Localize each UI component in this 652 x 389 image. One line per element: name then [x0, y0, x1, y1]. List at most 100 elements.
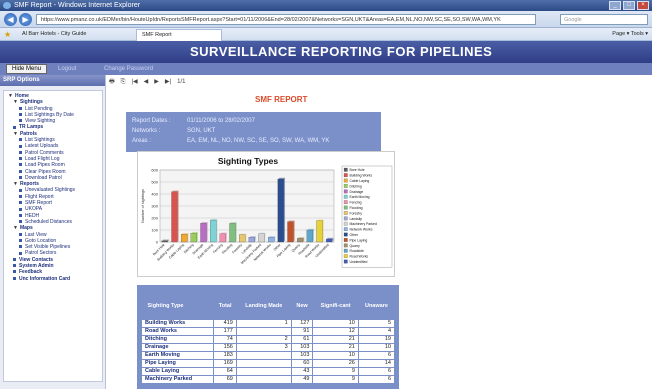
- address-input[interactable]: https://www.pmanz.co.uk/EDMer/bin/HouteU…: [36, 14, 536, 25]
- legend-swatch: [343, 259, 348, 264]
- close-icon[interactable]: ×: [637, 1, 649, 10]
- favorites-star-icon[interactable]: ★: [4, 30, 11, 39]
- sidebar-item-label: Load Pipes Room: [25, 162, 65, 169]
- first-page-icon[interactable]: |◀: [131, 77, 137, 87]
- filter-row: Areas : EA, EM, NL, NO, NW, SC, SE, SO, S…: [132, 136, 375, 146]
- sightings-table: Sighting Type Total Landing Made New Signifi…: [140, 293, 396, 384]
- bullet-icon: [19, 150, 22, 154]
- chart-svg: Sighting Types 0 100 200 300 400 500 600 Number …: [141, 156, 393, 268]
- window-title: SMF Report - Windows Internet Explorer: [14, 2, 141, 9]
- minimize-icon[interactable]: _: [609, 1, 621, 10]
- legend-entry: Flooding: [350, 206, 363, 210]
- ie-logo-icon: [3, 2, 11, 9]
- legend-entry: Machinery Parked: [350, 222, 377, 226]
- sidebar-item-label: Goto Location: [25, 237, 57, 244]
- sidebar-item-label: Clear Pipes Room: [25, 168, 66, 175]
- sighting-type-cell: Cable Laying: [140, 366, 215, 376]
- report-toolbar: 🖶 ⎘ |◀ ◀ ▶ ▶| 1/1: [109, 77, 185, 87]
- sidebar-item-label: Flight Report: [25, 193, 54, 200]
- sidebar-item-label: View Contacts: [19, 256, 54, 263]
- favorites-link[interactable]: Al Barr Hotels - City Guide: [22, 30, 87, 39]
- value-cell: 103: [290, 350, 314, 360]
- hide-menu-button[interactable]: Hide Menu: [6, 64, 48, 74]
- export-icon[interactable]: ⎘: [121, 77, 126, 87]
- next-page-icon[interactable]: ▶: [154, 77, 159, 87]
- legend-swatch: [343, 232, 348, 237]
- legend-swatch: [343, 227, 348, 232]
- value-cell: 21: [312, 342, 359, 352]
- tab-smf-report[interactable]: SMF Report: [136, 29, 222, 41]
- value-cell: 64: [213, 366, 237, 376]
- bar: [258, 233, 265, 243]
- legend-entry: Fencing: [350, 201, 362, 205]
- sidebar-item-label: List Pending: [25, 105, 53, 112]
- bar: [306, 229, 313, 243]
- sidebar-item-label: System Admin: [19, 263, 54, 270]
- bar: [171, 191, 178, 243]
- bullet-icon: [19, 220, 22, 224]
- sighting-type-cell: Pipe Laying: [140, 358, 215, 368]
- legend-swatch: [343, 211, 348, 215]
- legend-entry: Bore Hole: [350, 168, 365, 172]
- value-cell: 6: [357, 374, 396, 384]
- last-page-icon[interactable]: ▶|: [165, 77, 171, 87]
- bullet-icon: [19, 245, 22, 249]
- value-cell: 49: [290, 374, 314, 384]
- bullet-icon: [13, 270, 16, 274]
- value-cell: 6: [357, 350, 396, 360]
- bullet-icon: [13, 125, 16, 129]
- change-password-link[interactable]: Change Password: [104, 63, 153, 75]
- legend-swatch: [343, 205, 348, 210]
- bar: [190, 232, 197, 243]
- prev-page-icon[interactable]: ◀: [144, 77, 149, 87]
- bullet-icon: [19, 119, 22, 123]
- column-header: Total: [218, 302, 232, 309]
- window-controls: _ □ ×: [609, 1, 649, 10]
- value-cell: 5: [357, 318, 396, 328]
- y-axis-label: Number of sightings: [141, 189, 145, 223]
- bullet-icon: [19, 144, 22, 148]
- legend-entry: Network Works: [350, 228, 373, 232]
- column-header: Signifi-cant: [320, 302, 351, 309]
- bullet-icon: [19, 239, 22, 242]
- legend-entry: Forestry: [350, 211, 363, 215]
- bullet-icon: [19, 169, 22, 173]
- table-row: Building Works 419 1 127 10 5: [140, 318, 396, 328]
- sidebar-item[interactable]: Unc Information Card: [6, 276, 100, 282]
- value-cell: 10: [312, 318, 359, 328]
- bar: [326, 238, 333, 243]
- legend-entry: Roadside: [350, 249, 364, 253]
- app-title: SURVEILLANCE REPORTING FOR PIPELINES: [190, 44, 493, 59]
- table-row: Pipe Laying 169 60 26 14: [140, 358, 396, 368]
- page-tools-menu[interactable]: Page ▾ Tools ▾: [612, 30, 648, 39]
- bullet-icon: [19, 207, 22, 211]
- bullet-icon: [19, 138, 22, 142]
- maximize-icon[interactable]: □: [623, 1, 635, 10]
- report-filters: Report Dates : 01/11/2006 to 28/02/2007 Ne…: [126, 112, 381, 152]
- forward-arrow-icon[interactable]: ▶: [19, 13, 32, 26]
- legend-swatch: [343, 200, 348, 205]
- sidebar-item-label: Last View: [25, 231, 47, 238]
- page-counter: 1/1: [177, 79, 186, 85]
- sidebar-item-label: Download Patrol: [25, 174, 62, 181]
- caret-down-icon: ▼: [13, 225, 18, 232]
- sidebar-item-label: TR Lamps: [19, 124, 44, 131]
- sidebar-item-label: Maps: [19, 225, 33, 232]
- legend-entry: Cable Laying: [350, 179, 370, 183]
- y-tick-label: 600: [151, 168, 158, 173]
- value-cell: [235, 326, 292, 336]
- value-cell: 1: [235, 318, 292, 328]
- legend-swatch: [343, 238, 348, 242]
- app-header: SURVEILLANCE REPORTING FOR PIPELINES: [0, 41, 652, 63]
- back-arrow-icon[interactable]: ◀: [4, 13, 17, 26]
- caret-down-icon: ▼: [8, 93, 13, 99]
- table-row: Ditching 74 2 61 21 19: [140, 334, 396, 344]
- legend-entry: Drainage: [350, 190, 364, 194]
- bar: [287, 221, 294, 243]
- legend-swatch: [343, 184, 348, 188]
- logout-link[interactable]: Logout: [58, 63, 76, 75]
- search-input[interactable]: Google: [560, 14, 648, 25]
- print-icon[interactable]: 🖶: [109, 77, 115, 87]
- bar: [161, 240, 168, 243]
- value-cell: 19: [357, 334, 396, 344]
